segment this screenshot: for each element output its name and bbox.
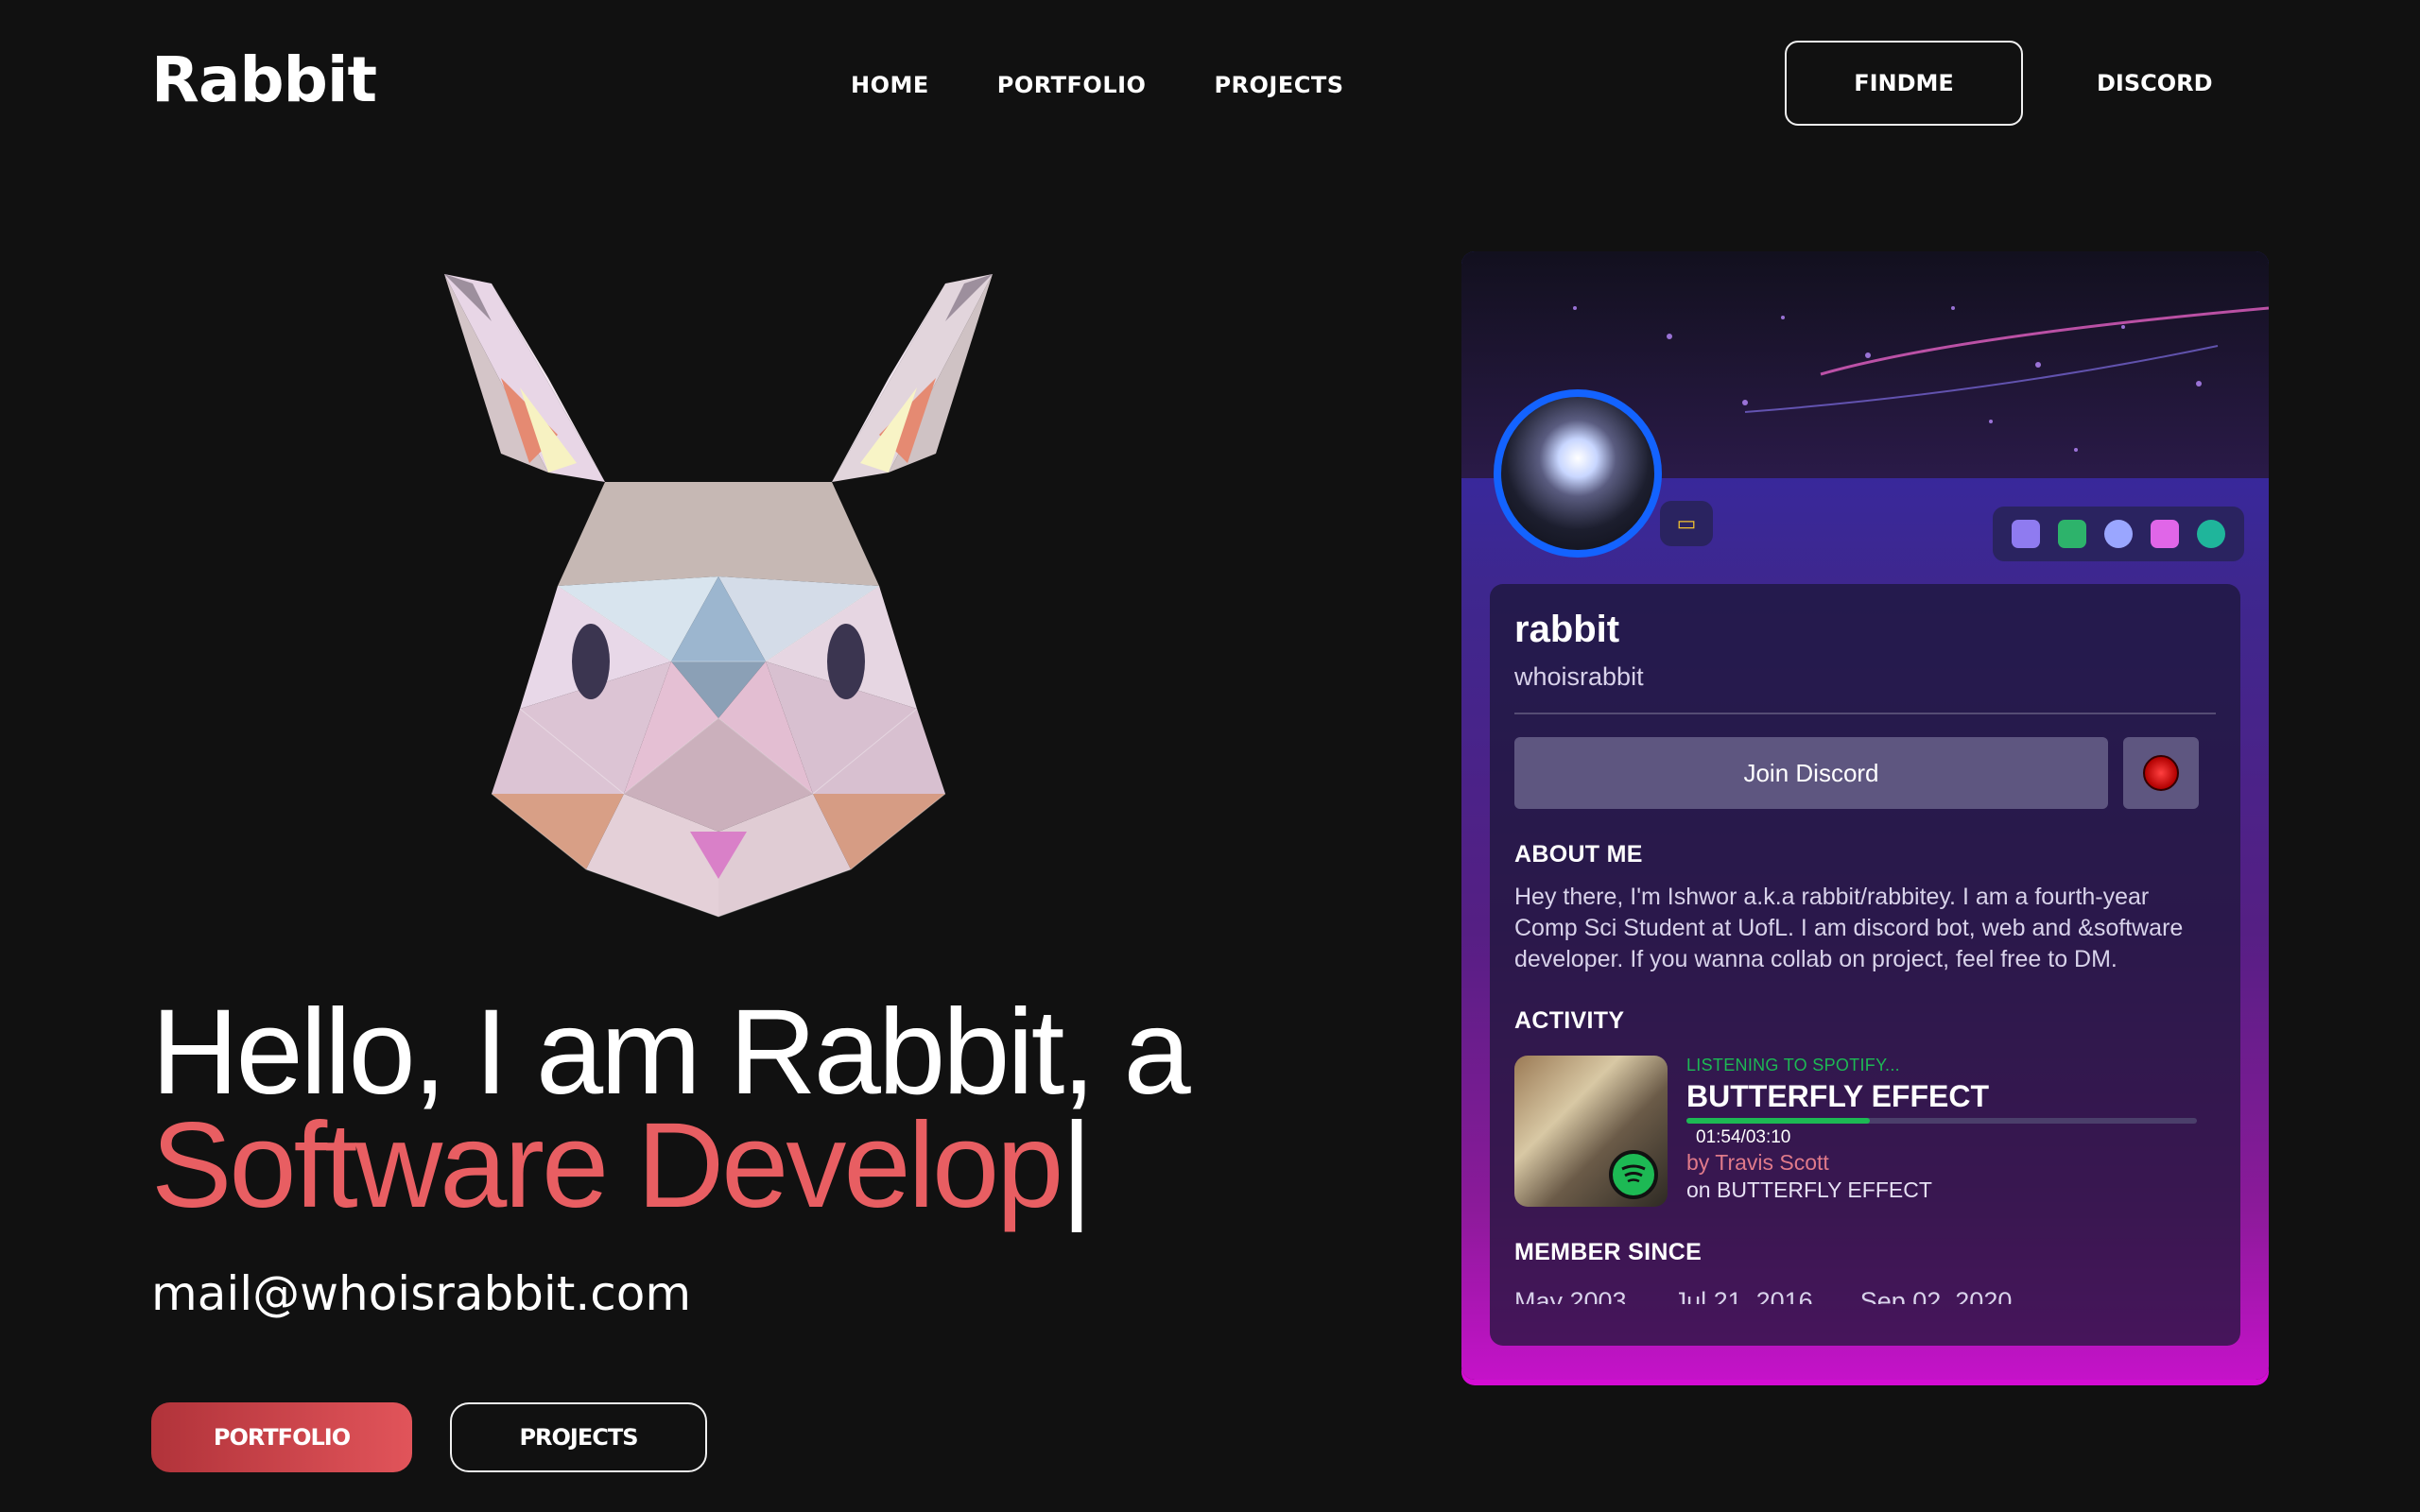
song-time: 01:54/03:10 [1696,1127,1791,1147]
member-date: Jul 21, 2016 [1673,1287,1813,1304]
album-art [1514,1056,1668,1207]
main-nav: HOME PORTFOLIO PROJECTS [851,72,1344,98]
monitor-icon: ▭ [1660,501,1713,546]
hero-greeting: Hello, I am Rabbit, a [151,985,1191,1120]
boost-badge-icon [2151,520,2180,548]
active-developer-badge-icon [2057,520,2086,548]
avatar-image [1501,397,1654,550]
discord-profile-card: ▭ rabbit whoisrabbit Join Discord ABOUT … [1461,251,2269,1380]
hero-role-text: Software Develop [151,1098,1063,1233]
divider [1514,713,2216,714]
hypesquad-badge-icon [2011,520,2040,548]
activity-info: LISTENING TO SPOTIFY... BUTTERFLY EFFECT… [1686,1056,2216,1207]
display-name: rabbit [1514,609,1620,650]
song-progress-fill [1686,1118,1871,1124]
email-link[interactable]: mail@whoisrabbit.com [151,1266,691,1321]
nav-projects[interactable]: PROJECTS [1214,72,1343,98]
activity-status: LISTENING TO SPOTIFY... [1686,1056,1900,1074]
song-artist: by Travis Scott [1686,1150,1829,1175]
profile-action-button[interactable] [2123,737,2199,809]
hero-role: Software Develop| [151,1106,1093,1227]
typing-caret: | [1061,1098,1092,1233]
findme-button[interactable]: FINDME [1785,41,2023,126]
member-date: Sep 02, 2020 [1859,1287,2013,1304]
spotify-activity: LISTENING TO SPOTIFY... BUTTERFLY EFFECT… [1514,1056,2216,1207]
username: whoisrabbit [1514,662,1644,691]
brand-logo[interactable]: Rabbit [151,43,377,116]
nav-portfolio[interactable]: PORTFOLIO [997,72,1147,98]
about-heading: ABOUT ME [1514,841,1643,868]
portfolio-button[interactable]: PORTFOLIO [151,1402,412,1472]
pomelo-badge-icon [2197,520,2226,548]
spotify-icon [1609,1150,1658,1199]
nav-home[interactable]: HOME [851,72,929,98]
about-text: Hey there, I'm Ishwor a.k.a rabbit/rabbi… [1514,884,2184,972]
activity-heading: ACTIVITY [1514,1007,1625,1034]
discord-link[interactable]: DISCORD [2097,70,2213,96]
song-progress-bar [1686,1118,2197,1124]
song-album: on BUTTERFLY EFFECT [1686,1177,1932,1202]
member-date: May 2003 [1514,1287,1627,1304]
avatar[interactable] [1494,389,1662,558]
rabbit-illustration [444,274,993,918]
server-icon [2143,755,2179,791]
profile-panel: rabbit whoisrabbit Join Discord ABOUT ME… [1490,584,2240,1346]
projects-button[interactable]: PROJECTS [450,1402,707,1472]
member-since-heading: MEMBER SINCE [1514,1239,1703,1265]
song-title: BUTTERFLY EFFECT [1686,1079,1990,1113]
member-since-row: May 2003 Jul 21, 2016 Sep 02, 2020 [1514,1287,2216,1304]
join-discord-button[interactable]: Join Discord [1514,737,2108,809]
action-row: Join Discord [1514,737,2216,809]
nitro-badge-icon [2103,520,2133,548]
badge-bar [1993,507,2244,561]
